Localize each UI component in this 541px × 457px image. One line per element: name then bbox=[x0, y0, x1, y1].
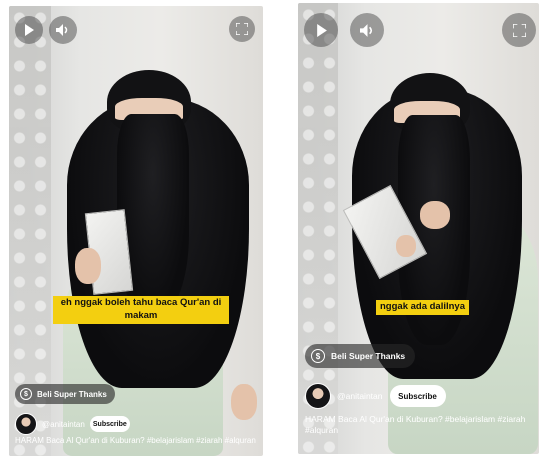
channel-name[interactable]: @anitaintan bbox=[42, 420, 85, 429]
video-title[interactable]: HARAM Baca Al Qur'an di Kuburan? #belaja… bbox=[15, 436, 259, 447]
fullscreen-button[interactable] bbox=[502, 13, 536, 47]
video-title[interactable]: HARAM Baca Al Qur'an di Kuburan? #belaja… bbox=[305, 414, 533, 437]
subscribe-button[interactable]: Subscribe bbox=[389, 385, 446, 407]
avatar[interactable] bbox=[305, 383, 331, 409]
fullscreen-button[interactable] bbox=[229, 16, 255, 42]
volume-button[interactable] bbox=[350, 13, 384, 47]
channel-row: @anitaintan Subscribe bbox=[15, 413, 130, 435]
shorts-page: eh nggak boleh tahu baca Qur'an di makam… bbox=[0, 0, 541, 457]
caption: eh nggak boleh tahu baca Qur'an di makam bbox=[53, 296, 229, 324]
super-thanks-icon: $ bbox=[311, 349, 325, 363]
volume-icon bbox=[56, 24, 68, 36]
short-video-right[interactable]: nggak ada dalilnya $ Beli Super Thanks @… bbox=[298, 3, 539, 454]
super-thanks-icon: $ bbox=[20, 388, 32, 400]
play-icon bbox=[25, 24, 34, 36]
volume-button[interactable] bbox=[49, 16, 77, 44]
subscribe-button[interactable]: Subscribe bbox=[89, 416, 130, 432]
play-button[interactable] bbox=[304, 13, 338, 47]
super-thanks-label: Beli Super Thanks bbox=[37, 389, 107, 399]
fullscreen-icon bbox=[236, 23, 248, 35]
fullscreen-icon bbox=[512, 23, 526, 37]
volume-icon bbox=[359, 23, 372, 37]
super-thanks-button[interactable]: $ Beli Super Thanks bbox=[15, 384, 115, 404]
channel-name[interactable]: @anitaintan bbox=[337, 391, 383, 401]
super-thanks-button[interactable]: $ Beli Super Thanks bbox=[305, 344, 416, 368]
channel-row: @anitaintan Subscribe bbox=[305, 383, 446, 409]
short-video-left[interactable]: eh nggak boleh tahu baca Qur'an di makam… bbox=[9, 6, 263, 456]
avatar[interactable] bbox=[15, 413, 37, 435]
play-button[interactable] bbox=[15, 16, 43, 44]
super-thanks-label: Beli Super Thanks bbox=[331, 351, 406, 361]
play-icon bbox=[316, 23, 327, 37]
caption: nggak ada dalilnya bbox=[376, 300, 469, 315]
